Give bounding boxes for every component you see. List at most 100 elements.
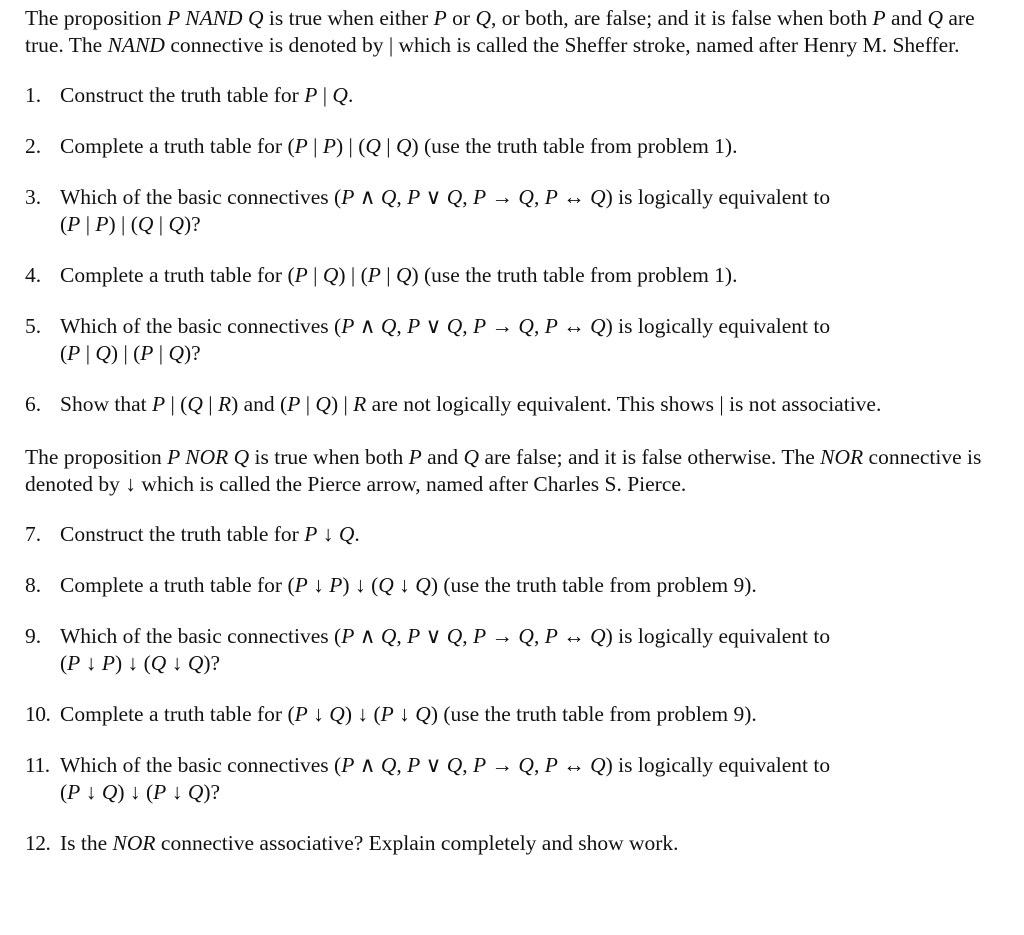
math-variable: Q (590, 185, 606, 209)
text-run: ↓ (393, 573, 416, 597)
text-run: ↓ (80, 651, 102, 675)
text-run: ) and ( (231, 392, 288, 416)
nand-intro-paragraph: The proposition P NAND Q is true when ei… (25, 5, 1004, 59)
problem-text: Complete a truth table for (P ↓ Q) ↓ (P … (60, 702, 757, 726)
text-run: → (486, 314, 519, 338)
text-run: ) | (330, 392, 354, 416)
math-variable: P (294, 134, 308, 158)
math-variable: Q (446, 753, 463, 777)
math-variable: Q (380, 185, 397, 209)
problem-item: 1. Construct the truth table for P | Q. (25, 82, 1004, 109)
math-variable: Q (378, 573, 394, 597)
math-variable: P (322, 134, 336, 158)
math-variable: P (67, 341, 81, 365)
math-variable: Q (101, 780, 118, 804)
text-run: Show that (60, 392, 152, 416)
text-run: ) (use the truth table from problem 1). (411, 134, 738, 158)
text-run: ) ↓ ( (117, 780, 154, 804)
math-variable: Q (446, 185, 463, 209)
text-run: , (396, 314, 408, 338)
text-run: ) is logically equivalent to (605, 624, 831, 648)
math-variable: Q (187, 392, 203, 416)
text-run: , (533, 185, 545, 209)
text-run: ∨ (420, 753, 447, 777)
math-variable: P (544, 753, 558, 777)
problem-number: 1. (25, 83, 42, 107)
problem-text: Which of the basic connectives (P ∧ Q, P… (60, 753, 830, 804)
text-run: and (885, 6, 928, 30)
math-variable: P (341, 624, 355, 648)
math-variable: Q (518, 314, 534, 338)
math-variable: P (101, 651, 115, 675)
math-variable: Q (415, 573, 431, 597)
math-variable: Q (137, 212, 154, 236)
text-run: | (153, 212, 169, 236)
math-variable: Q (168, 341, 185, 365)
text-run: . (354, 522, 360, 546)
text-run: connective associative? Explain complete… (155, 831, 679, 855)
math-variable: Q (187, 780, 204, 804)
problem-text: Complete a truth table for (P | Q) | (P … (60, 263, 737, 287)
nand-problem-list: 1. Construct the truth table for P | Q. 2.… (25, 82, 1004, 418)
problem-number: 11. (25, 753, 50, 777)
math-variable: P (341, 185, 355, 209)
math-variable: Q (315, 392, 331, 416)
text-run: | (380, 263, 396, 287)
text-run: , (533, 624, 545, 648)
text-run: → (486, 753, 519, 777)
math-variable: Q (475, 6, 491, 30)
text-run: , (462, 314, 474, 338)
math-variable: Q (168, 212, 185, 236)
math-variable: P (473, 624, 487, 648)
math-variable: P (544, 314, 558, 338)
problem-text: Construct the truth table for P | Q. (60, 83, 353, 107)
nor-problem-list: 7. Construct the truth table for P ↓ Q. 8.… (25, 521, 1004, 857)
problem-text: Is the NOR connective associative? Expla… (60, 831, 679, 855)
text-run: , (533, 753, 545, 777)
math-variable: P NOR Q (167, 445, 250, 469)
problem-item: 4. Complete a truth table for (P | Q) | (… (25, 262, 1004, 289)
text-run: is true when either (263, 6, 434, 30)
text-run: ∨ (420, 624, 447, 648)
text-run: ↓ (393, 702, 416, 726)
math-variable: P NAND Q (167, 6, 264, 30)
text-run: , (396, 753, 408, 777)
math-variable: Q (380, 314, 397, 338)
text-run: ↓ (166, 780, 188, 804)
problem-item: 3. Which of the basic connectives (P ∧ Q,… (25, 184, 1004, 238)
text-run: , (462, 753, 474, 777)
text-run: Complete a truth table for ( (60, 134, 295, 158)
math-variable: P (287, 392, 301, 416)
text-run: , (462, 185, 474, 209)
math-variable: Q (590, 314, 606, 338)
text-run: ) is logically equivalent to (605, 314, 831, 338)
problem-item: 9. Which of the basic connectives (P ∧ Q,… (25, 623, 1004, 677)
text-run: , (533, 314, 545, 338)
problem-number: 3. (25, 185, 42, 209)
math-variable: Q (518, 185, 534, 209)
problem-number: 7. (25, 522, 42, 546)
text-run: | ( (165, 392, 188, 416)
math-variable: P (380, 702, 394, 726)
math-variable: Q (380, 624, 397, 648)
text-run: Which of the basic connectives ( (60, 624, 342, 648)
document-page: The proposition P NAND Q is true when ei… (0, 0, 1024, 857)
math-variable: P (67, 780, 81, 804)
problem-number: 2. (25, 134, 42, 158)
text-run: | (80, 341, 96, 365)
math-variable: Q (332, 83, 348, 107)
math-variable: P (67, 212, 81, 236)
text-run: | (80, 212, 96, 236)
problem-item: 12. Is the NOR connective associative? Ex… (25, 830, 1004, 857)
problem-number: 5. (25, 314, 42, 338)
text-run: Construct the truth table for (60, 522, 305, 546)
text-run: Complete a truth table for ( (60, 263, 295, 287)
text-run: are false; and it is false otherwise. Th… (479, 445, 821, 469)
math-variable: P (294, 573, 308, 597)
text-run: ) ↓ ( (114, 651, 151, 675)
text-run: ) | ( (108, 212, 138, 236)
text-run: )? (203, 651, 221, 675)
math-variable: P (544, 624, 558, 648)
math-variable: Q (187, 651, 204, 675)
text-run: The proposition (25, 445, 168, 469)
